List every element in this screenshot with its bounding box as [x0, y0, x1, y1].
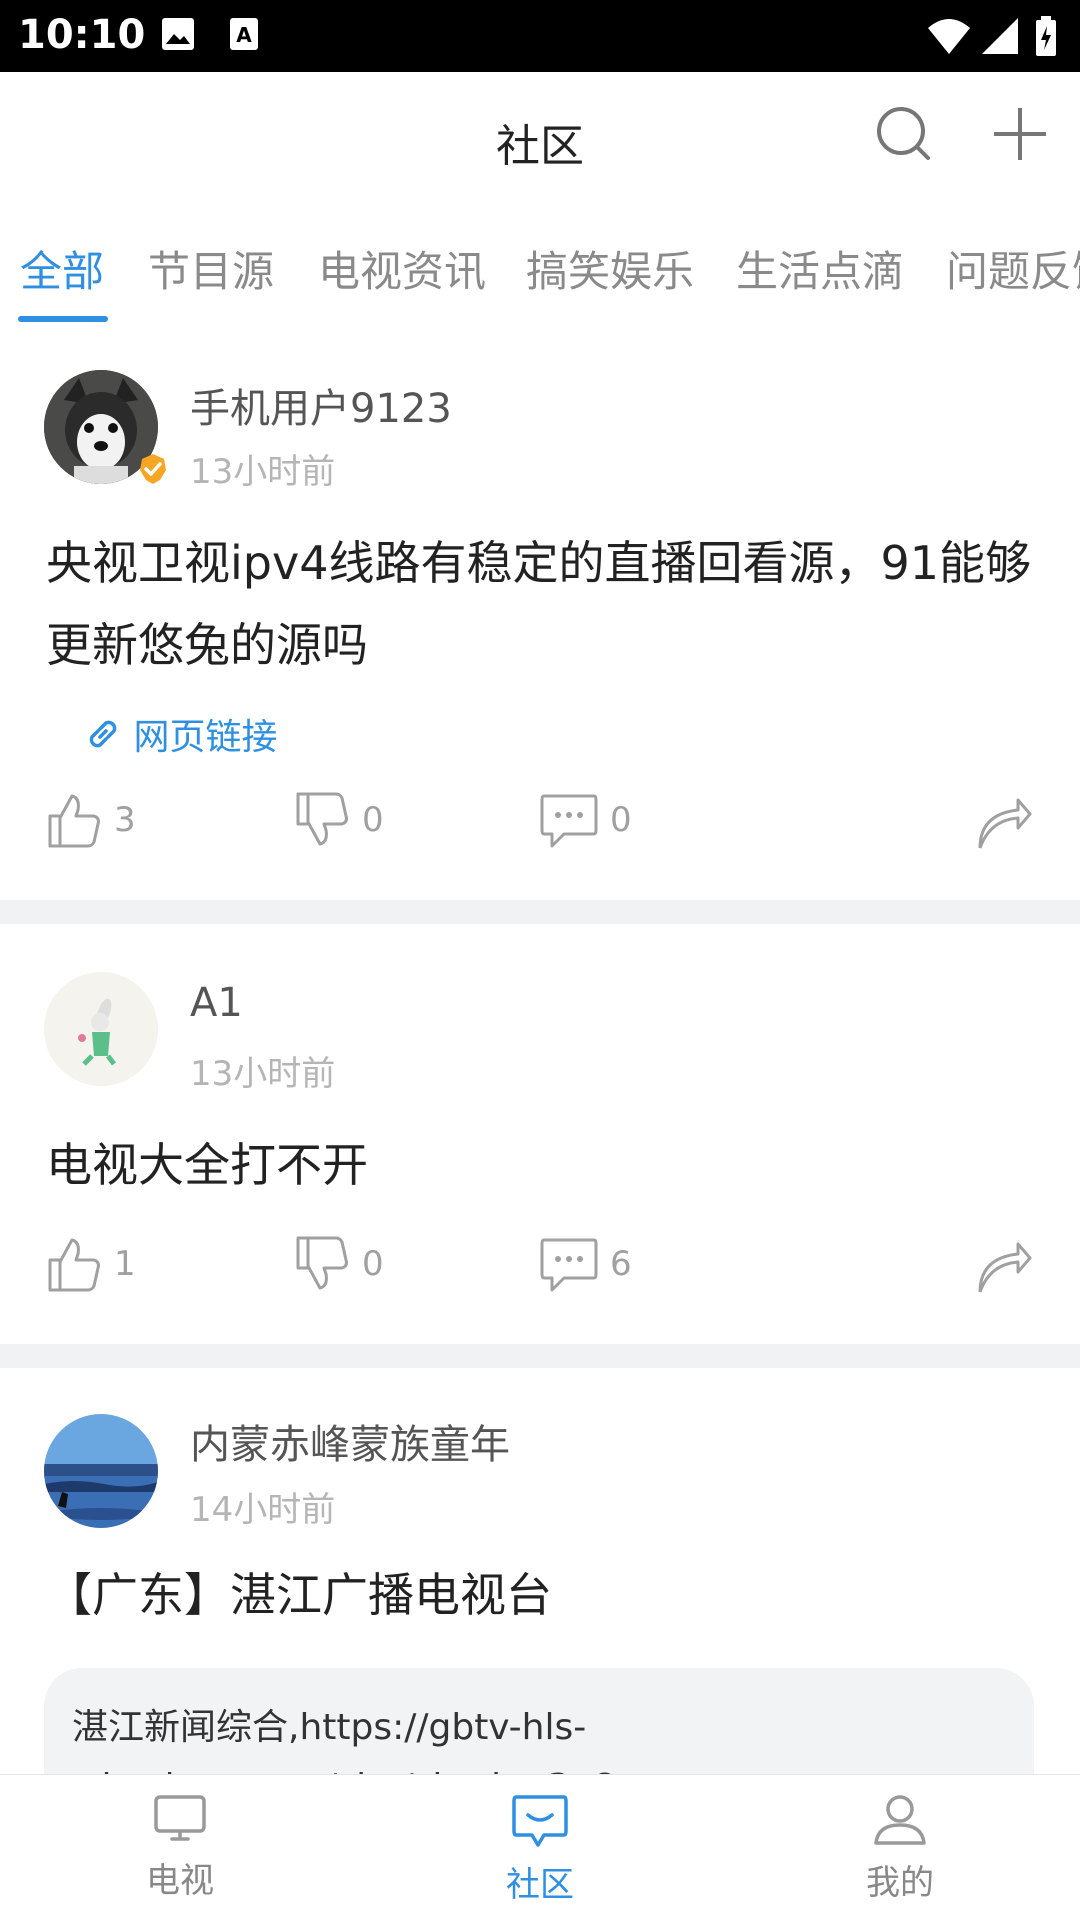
tab-feedback[interactable]: 问题反馈	[946, 238, 1080, 299]
link-icon	[89, 720, 117, 748]
tab-daily-life[interactable]: 生活点滴	[736, 238, 904, 299]
thumbs-up-icon	[48, 794, 100, 848]
comment-count: 6	[610, 1244, 632, 1284]
comment-icon	[540, 1238, 598, 1292]
bottom-nav: 电视 社区 我的	[0, 1774, 1080, 1921]
verified-badge-icon	[140, 454, 166, 484]
post-time: 13小时前	[190, 452, 336, 492]
add-post-icon[interactable]	[990, 104, 1050, 164]
tab-indicator	[18, 316, 108, 322]
post-username[interactable]: 内蒙赤峰蒙族童年	[190, 1412, 510, 1470]
web-link[interactable]: 网页链接	[84, 708, 277, 760]
post-card[interactable]: 内蒙赤峰蒙族童年 14小时前 【广东】湛江广播电视台 湛江新闻综合,https:…	[0, 1368, 1080, 1774]
like-count: 3	[114, 800, 136, 840]
post-card[interactable]: A1 13小时前 电视大全打不开 1 0 6	[0, 924, 1080, 1344]
like-button[interactable]: 1	[44, 1234, 136, 1294]
tab-program-sources[interactable]: 节目源	[148, 238, 274, 299]
comment-count: 0	[610, 800, 632, 840]
post-time: 13小时前	[190, 1054, 336, 1094]
post-content[interactable]: 【广东】湛江广播电视台	[46, 1554, 1036, 1636]
nav-profile[interactable]: 我的	[800, 1793, 1000, 1904]
post-username[interactable]: 手机用户9123	[190, 376, 452, 434]
comment-button[interactable]: 0	[538, 790, 632, 850]
profile-icon	[874, 1795, 926, 1845]
like-count: 1	[114, 1244, 136, 1284]
nav-profile-label: 我的	[866, 1863, 934, 1903]
like-button[interactable]: 3	[44, 790, 136, 850]
nav-community[interactable]: 社区	[440, 1793, 640, 1906]
dislike-count: 0	[362, 1244, 384, 1284]
thumbs-down-icon	[296, 792, 348, 846]
dislike-button[interactable]: 0	[292, 1234, 384, 1294]
wifi-icon	[928, 19, 970, 54]
search-icon[interactable]	[874, 104, 934, 164]
post-content[interactable]: 央视卫视ipv4线路有稳定的直播回看源，91能够更新悠兔的源吗	[46, 522, 1036, 686]
status-bar: 10:10 A	[0, 0, 1080, 72]
font-notification-icon: A	[230, 18, 258, 50]
tv-icon	[154, 1795, 206, 1841]
image-notification-icon	[162, 18, 194, 50]
avatar[interactable]	[44, 1414, 158, 1528]
post-content[interactable]: 电视大全打不开	[46, 1124, 1036, 1206]
comment-button[interactable]: 6	[538, 1234, 632, 1294]
category-tabs: 全部 节目源 电视资讯 搞笑娱乐 生活点滴 问题反馈	[0, 232, 1080, 322]
tab-tv-news[interactable]: 电视资讯	[318, 238, 486, 299]
thumbs-up-icon	[48, 1238, 100, 1292]
post-time: 14小时前	[190, 1490, 336, 1530]
dislike-button[interactable]: 0	[292, 790, 384, 850]
avatar[interactable]	[44, 972, 158, 1086]
divider	[0, 1344, 1080, 1368]
thumbs-down-icon	[296, 1236, 348, 1290]
svg-text:A: A	[236, 23, 252, 47]
status-time: 10:10	[18, 12, 146, 58]
divider	[0, 900, 1080, 924]
nav-community-label: 社区	[506, 1865, 574, 1905]
community-icon	[512, 1795, 568, 1847]
share-icon[interactable]	[974, 792, 1034, 852]
post-username[interactable]: A1	[190, 980, 243, 1026]
signal-icon	[982, 18, 1018, 54]
app-header: 社区	[0, 72, 1080, 202]
dislike-count: 0	[362, 800, 384, 840]
post-card[interactable]: 手机用户9123 13小时前 央视卫视ipv4线路有稳定的直播回看源，91能够更…	[0, 330, 1080, 900]
web-link-label: 网页链接	[133, 717, 278, 758]
source-quote-box[interactable]: 湛江新闻综合,https://gbtv-hls-wjq.zjwtv.com/zj…	[44, 1668, 1034, 1774]
battery-icon	[1036, 16, 1056, 56]
share-icon[interactable]	[974, 1236, 1034, 1296]
tab-comedy[interactable]: 搞笑娱乐	[526, 238, 694, 299]
comment-icon	[540, 794, 598, 848]
tab-all[interactable]: 全部	[20, 238, 104, 299]
nav-tv-label: 电视	[146, 1861, 214, 1901]
nav-tv[interactable]: 电视	[80, 1793, 280, 1902]
